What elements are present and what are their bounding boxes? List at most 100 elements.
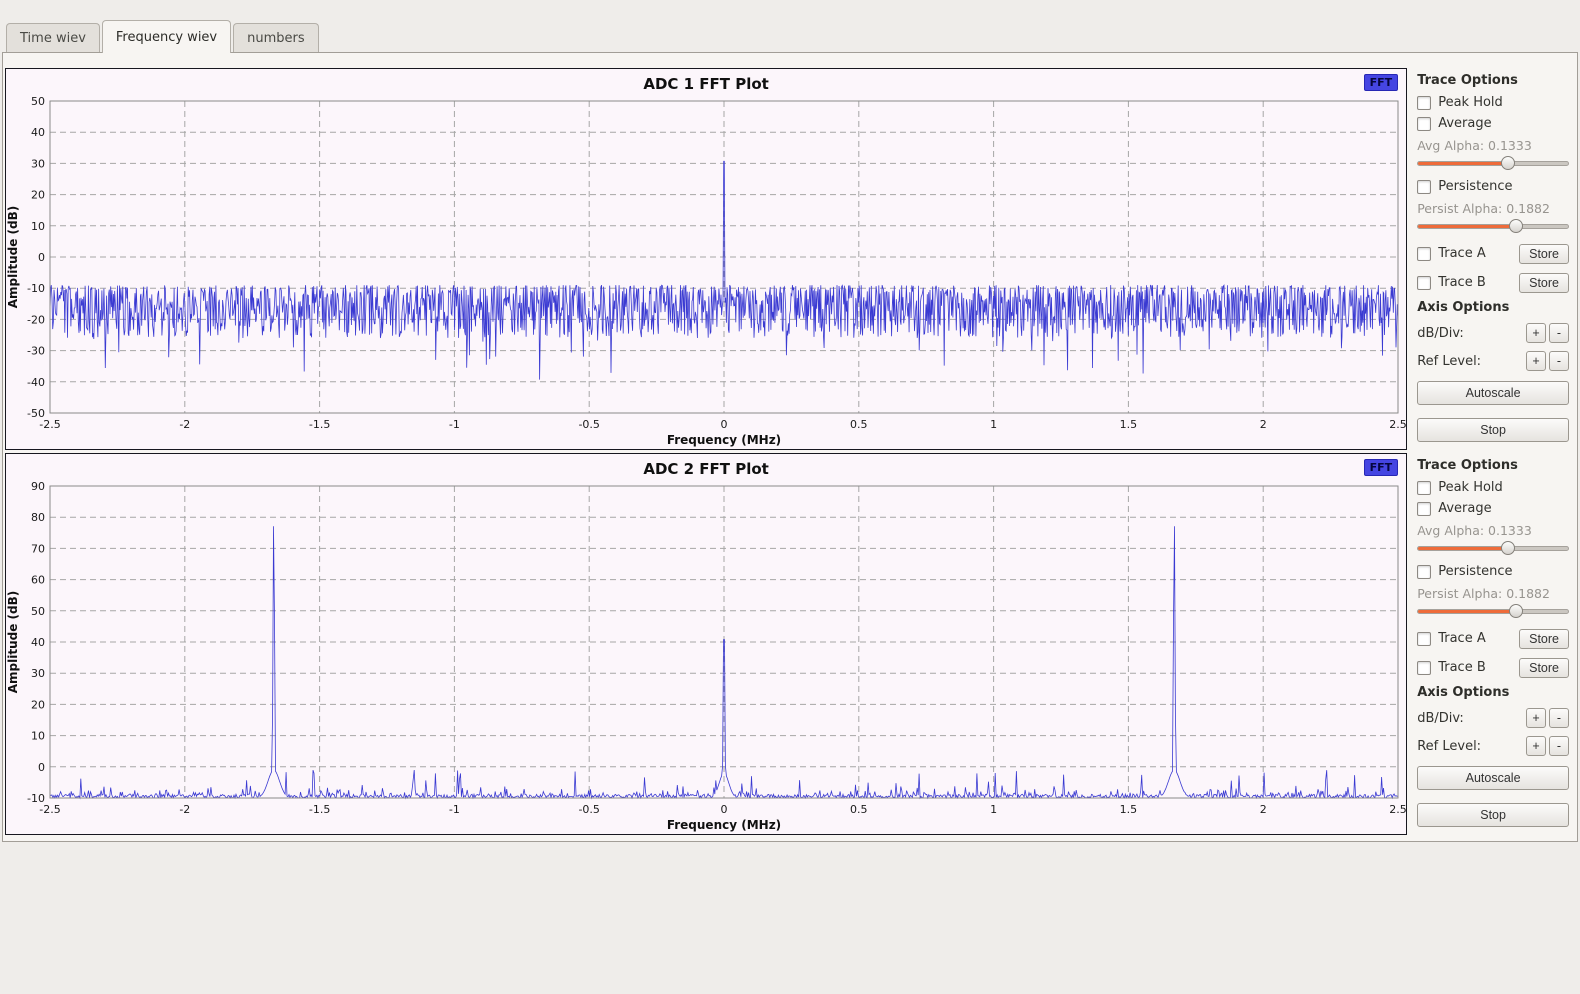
- trace-b-row: Trace B Store: [1417, 657, 1569, 678]
- axis-options-title: Axis Options: [1417, 300, 1569, 315]
- slider-track[interactable]: [1417, 161, 1569, 166]
- svg-text:90: 90: [31, 480, 45, 493]
- trace-b-row: Trace B Store: [1417, 272, 1569, 293]
- checkbox-icon[interactable]: [1417, 502, 1431, 516]
- slider-track[interactable]: [1417, 224, 1569, 229]
- db-div-label: dB/Div:: [1417, 326, 1464, 341]
- checkbox-icon[interactable]: [1417, 247, 1431, 261]
- slider-track[interactable]: [1417, 546, 1569, 551]
- checkbox-icon[interactable]: [1417, 96, 1431, 110]
- svg-text:Frequency (MHz): Frequency (MHz): [667, 818, 781, 832]
- slider-handle[interactable]: [1501, 156, 1515, 170]
- trace-b-label: Trace B: [1438, 275, 1486, 290]
- ref-level-row: Ref Level: + -: [1417, 351, 1569, 371]
- stop-button[interactable]: Stop: [1417, 803, 1569, 827]
- ref-level-minus-button[interactable]: -: [1549, 736, 1569, 756]
- avg-alpha-slider[interactable]: [1417, 540, 1569, 556]
- svg-text:0: 0: [38, 761, 45, 774]
- adc2-plot-header: ADC 2 FFT Plot FFT: [6, 454, 1406, 480]
- db-div-row: dB/Div: + -: [1417, 708, 1569, 728]
- tab-time-view[interactable]: Time wiev: [6, 23, 100, 52]
- peak-hold-checkbox[interactable]: Peak Hold: [1417, 95, 1569, 110]
- ref-level-plus-button[interactable]: +: [1526, 736, 1546, 756]
- peak-hold-label: Peak Hold: [1438, 95, 1503, 110]
- tab-frequency-view[interactable]: Frequency wiev: [102, 20, 231, 53]
- adc1-sidebar: Trace Options Peak Hold Average Avg Alph…: [1407, 68, 1577, 450]
- persist-alpha-slider[interactable]: [1417, 218, 1569, 234]
- trace-a-checkbox[interactable]: Trace A: [1417, 631, 1486, 646]
- svg-text:2.5: 2.5: [1389, 803, 1406, 816]
- svg-text:70: 70: [31, 542, 45, 555]
- checkbox-icon[interactable]: [1417, 276, 1431, 290]
- checkbox-icon[interactable]: [1417, 481, 1431, 495]
- average-checkbox[interactable]: Average: [1417, 116, 1569, 131]
- ref-level-minus-button[interactable]: -: [1549, 351, 1569, 371]
- slider-track[interactable]: [1417, 609, 1569, 614]
- adc1-fft-canvas: -2.5-2-1.5-1-0.500.511.522.5-50-40-30-20…: [6, 95, 1406, 447]
- stop-button[interactable]: Stop: [1417, 418, 1569, 442]
- persist-alpha-slider[interactable]: [1417, 603, 1569, 619]
- adc2-fft-plot: ADC 2 FFT Plot FFT -2.5-2-1.5-1-0.500.51…: [5, 453, 1407, 835]
- peak-hold-label: Peak Hold: [1438, 480, 1503, 495]
- trace-a-checkbox[interactable]: Trace A: [1417, 246, 1486, 261]
- svg-text:50: 50: [31, 95, 45, 108]
- autoscale-button[interactable]: Autoscale: [1417, 381, 1569, 405]
- store-trace-a-button[interactable]: Store: [1519, 244, 1569, 264]
- checkbox-icon[interactable]: [1417, 117, 1431, 131]
- ref-level-label: Ref Level:: [1417, 354, 1481, 369]
- persistence-checkbox[interactable]: Persistence: [1417, 564, 1569, 579]
- store-trace-a-button[interactable]: Store: [1519, 629, 1569, 649]
- svg-text:-2: -2: [179, 803, 190, 816]
- persistence-checkbox[interactable]: Persistence: [1417, 179, 1569, 194]
- db-div-minus-button[interactable]: -: [1549, 323, 1569, 343]
- autoscale-button[interactable]: Autoscale: [1417, 766, 1569, 790]
- avg-alpha-label: Avg Alpha: 0.1333: [1417, 138, 1569, 153]
- average-checkbox[interactable]: Average: [1417, 501, 1569, 516]
- svg-text:10: 10: [31, 220, 45, 233]
- svg-text:-30: -30: [27, 345, 45, 358]
- avg-alpha-slider[interactable]: [1417, 155, 1569, 171]
- tab-numbers[interactable]: numbers: [233, 23, 319, 52]
- axis-options-title: Axis Options: [1417, 685, 1569, 700]
- store-trace-b-button[interactable]: Store: [1519, 658, 1569, 678]
- trace-a-row: Trace A Store: [1417, 628, 1569, 649]
- checkbox-icon[interactable]: [1417, 565, 1431, 579]
- svg-text:40: 40: [31, 636, 45, 649]
- svg-text:2.5: 2.5: [1389, 418, 1406, 431]
- svg-text:60: 60: [31, 574, 45, 587]
- adc2-row: ADC 2 FFT Plot FFT -2.5-2-1.5-1-0.500.51…: [5, 453, 1577, 835]
- checkbox-icon[interactable]: [1417, 180, 1431, 194]
- svg-text:-20: -20: [27, 313, 45, 326]
- slider-handle[interactable]: [1501, 541, 1515, 555]
- svg-text:0: 0: [721, 803, 728, 816]
- slider-fill: [1418, 162, 1508, 165]
- slider-handle[interactable]: [1509, 219, 1523, 233]
- svg-text:30: 30: [31, 157, 45, 170]
- svg-text:Amplitude (dB): Amplitude (dB): [6, 206, 20, 309]
- db-div-minus-button[interactable]: -: [1549, 708, 1569, 728]
- store-trace-b-button[interactable]: Store: [1519, 273, 1569, 293]
- checkbox-icon[interactable]: [1417, 632, 1431, 646]
- svg-text:-1.5: -1.5: [309, 418, 330, 431]
- persist-alpha-label: Persist Alpha: 0.1882: [1417, 586, 1569, 601]
- ref-level-row: Ref Level: + -: [1417, 736, 1569, 756]
- ref-level-plus-button[interactable]: +: [1526, 351, 1546, 371]
- svg-text:40: 40: [31, 126, 45, 139]
- trace-b-checkbox[interactable]: Trace B: [1417, 660, 1486, 675]
- db-div-plus-button[interactable]: +: [1526, 323, 1546, 343]
- slider-fill: [1418, 225, 1515, 228]
- adc2-fft-canvas: -2.5-2-1.5-1-0.500.511.522.5-10010203040…: [6, 480, 1406, 832]
- trace-b-checkbox[interactable]: Trace B: [1417, 275, 1486, 290]
- svg-text:-1.5: -1.5: [309, 803, 330, 816]
- trace-b-label: Trace B: [1438, 660, 1486, 675]
- svg-text:20: 20: [31, 698, 45, 711]
- checkbox-icon[interactable]: [1417, 661, 1431, 675]
- svg-text:2: 2: [1260, 803, 1267, 816]
- svg-text:-1: -1: [449, 803, 460, 816]
- slider-handle[interactable]: [1509, 604, 1523, 618]
- adc2-plot-title: ADC 2 FFT Plot: [6, 460, 1406, 478]
- svg-text:0.5: 0.5: [850, 418, 868, 431]
- main-content: ADC 1 FFT Plot FFT -2.5-2-1.5-1-0.500.51…: [2, 52, 1578, 842]
- db-div-plus-button[interactable]: +: [1526, 708, 1546, 728]
- peak-hold-checkbox[interactable]: Peak Hold: [1417, 480, 1569, 495]
